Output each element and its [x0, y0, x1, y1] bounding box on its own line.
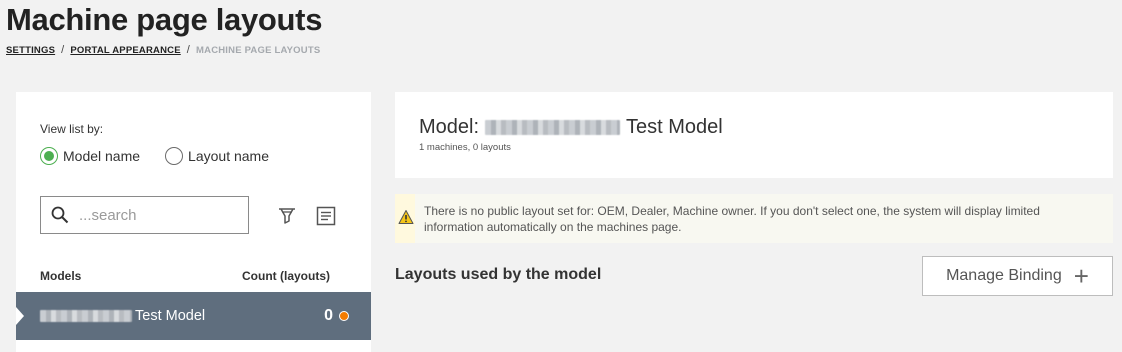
warning-text: There is no public layout set for: OEM, … [424, 203, 1040, 234]
radio-label: Model name [63, 148, 141, 164]
model-title-name: Test Model [626, 116, 723, 138]
column-header-models: Models [40, 269, 82, 283]
filter-icon[interactable] [277, 206, 297, 226]
column-header-count: Count (layouts) [242, 269, 330, 283]
status-dot-icon [339, 311, 349, 321]
radio-layout-name[interactable]: Layout name [165, 147, 269, 165]
search-field[interactable] [40, 196, 249, 234]
warning-banner: There is no public layout set for: OEM, … [395, 194, 1113, 243]
model-list-header: Models Count (layouts) [40, 269, 330, 283]
redacted-text [40, 310, 132, 322]
breadcrumb-separator: / [61, 44, 65, 56]
radio-model-name[interactable]: Model name [40, 147, 140, 165]
radio-label: Layout name [188, 148, 269, 164]
breadcrumb-settings[interactable]: SETTINGS [6, 45, 55, 56]
model-list-item-name: Test Model [135, 308, 206, 324]
breadcrumb-separator: / [186, 44, 191, 56]
breadcrumb-portal-appearance[interactable]: PORTAL APPEARANCE [70, 45, 180, 56]
radio-unchecked-icon [165, 147, 184, 165]
view-mode-radio-group: Model name Layout name [40, 147, 294, 165]
manage-binding-label: Manage Binding [946, 267, 1062, 284]
selected-caret-icon [16, 307, 24, 325]
warning-icon [398, 210, 414, 224]
search-icon [51, 206, 69, 224]
model-details-card: Model: Test Model 1 machines, 0 layouts [395, 92, 1113, 178]
plus-icon: + [1073, 261, 1089, 291]
page-title: Machine page layouts [6, 2, 323, 37]
radio-checked-icon [40, 147, 58, 165]
model-list-item-selected[interactable]: Test Model 0 [16, 292, 371, 340]
list-view-icon[interactable] [316, 206, 336, 226]
layouts-section-title: Layouts used by the model [395, 266, 602, 283]
breadcrumb-current: MACHINE PAGE LAYOUTS [196, 44, 321, 56]
model-list-panel: View list by: Model name Layout name Mod… [16, 92, 371, 352]
breadcrumb: SETTINGS / PORTAL APPEARANCE / MACHINE P… [6, 44, 320, 56]
search-input[interactable] [77, 205, 231, 225]
view-list-label: View list by: [40, 122, 104, 136]
manage-binding-button[interactable]: Manage Binding + [922, 256, 1113, 296]
model-title: Model: Test Model [419, 116, 723, 139]
model-title-prefix: Model: [419, 116, 480, 138]
model-list-item-count: 0 [324, 307, 333, 324]
redacted-text [485, 120, 621, 135]
model-meta: 1 machines, 0 layouts [419, 142, 511, 153]
